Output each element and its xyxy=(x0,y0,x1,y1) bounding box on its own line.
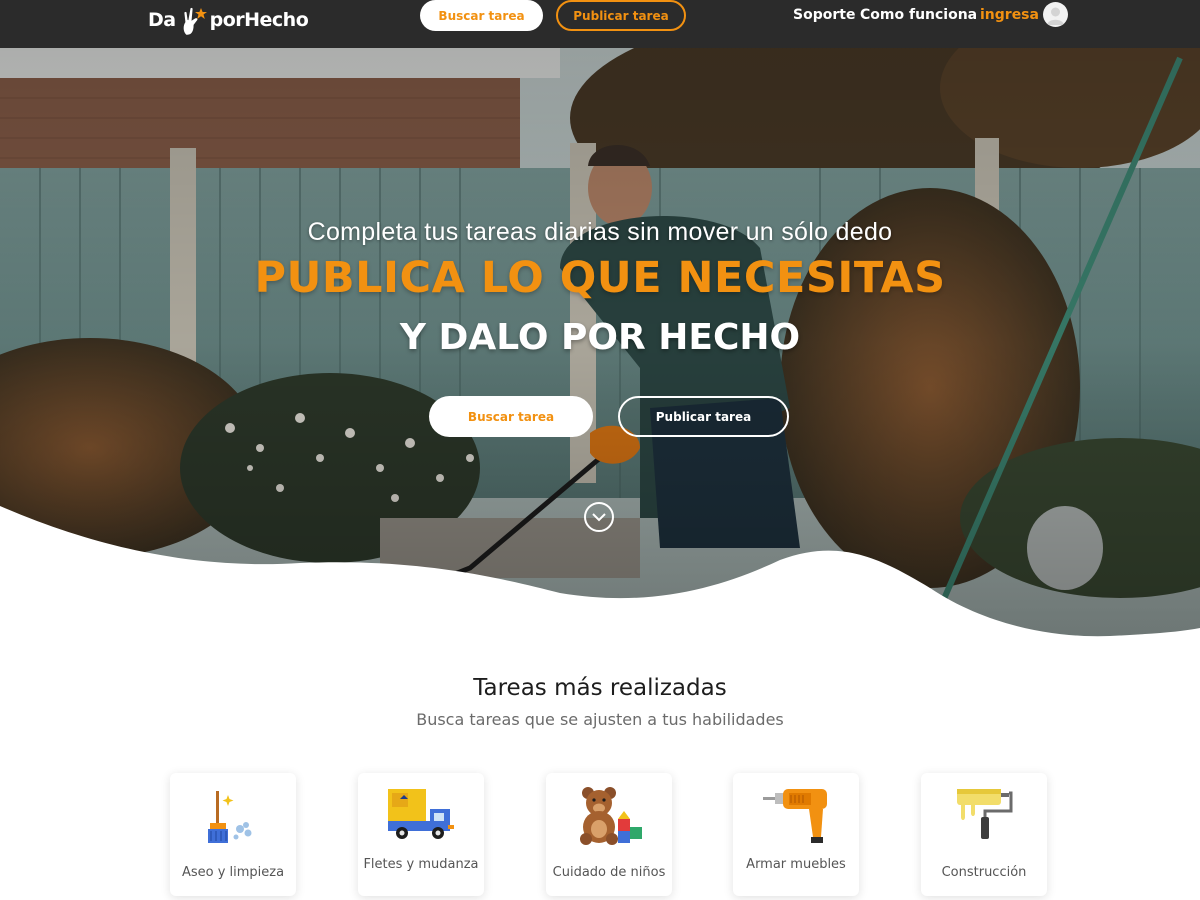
broom-icon xyxy=(200,783,266,849)
hero: Completa tus tareas diarias sin mover un… xyxy=(0,48,1200,638)
category-card-construccion[interactable]: Construcción xyxy=(921,773,1047,896)
category-label: Cuidado de niños xyxy=(552,865,666,880)
nav-buscar-tarea-button[interactable]: Buscar tarea xyxy=(420,0,543,31)
hero-tagline: Completa tus tareas diarias sin mover un… xyxy=(307,218,893,246)
teddy-bear-icon xyxy=(576,783,642,849)
hand-star-logo-icon xyxy=(182,7,207,36)
hero-subheadline: Y DALO POR HECHO xyxy=(399,317,801,358)
logo[interactable]: Da porHecho xyxy=(148,0,309,40)
nav-soporte-link[interactable]: Soporte xyxy=(793,7,855,23)
drill-icon xyxy=(763,783,829,849)
user-icon xyxy=(1047,7,1064,25)
paint-roller-icon xyxy=(951,783,1017,849)
section-title: Tareas más realizadas xyxy=(473,675,727,701)
category-card-aseo[interactable]: Aseo y limpieza xyxy=(170,773,296,896)
hero-buscar-tarea-button[interactable]: Buscar tarea xyxy=(429,396,593,437)
navbar: Da porHecho Buscar tarea Publicar tarea … xyxy=(0,0,1200,48)
category-label: Construcción xyxy=(941,865,1027,880)
category-label: Armar muebles xyxy=(746,857,846,872)
logo-text-left: Da xyxy=(148,9,176,31)
section-subtitle: Busca tareas que se ajusten a tus habili… xyxy=(416,710,784,729)
chevron-down-icon xyxy=(592,513,606,522)
hero-headline: PUBLICA LO QUE NECESITAS xyxy=(254,253,946,303)
nav-como-funciona-link[interactable]: Como funciona xyxy=(860,7,977,23)
category-card-fletes[interactable]: Fletes y mudanza xyxy=(358,773,484,896)
hero-publicar-tarea-button[interactable]: Publicar tarea xyxy=(618,396,789,437)
nav-publicar-tarea-button[interactable]: Publicar tarea xyxy=(556,0,686,31)
scroll-down-button[interactable] xyxy=(584,502,614,532)
logo-text-right: porHecho xyxy=(209,9,309,31)
category-card-cuidado[interactable]: Cuidado de niños xyxy=(546,773,672,896)
truck-icon xyxy=(388,783,454,849)
category-card-armar[interactable]: Armar muebles xyxy=(733,773,859,896)
avatar[interactable] xyxy=(1043,2,1068,27)
category-label: Aseo y limpieza xyxy=(181,865,285,880)
category-label: Fletes y mudanza xyxy=(363,857,479,872)
nav-ingresa-link[interactable]: ingresa xyxy=(980,7,1039,23)
